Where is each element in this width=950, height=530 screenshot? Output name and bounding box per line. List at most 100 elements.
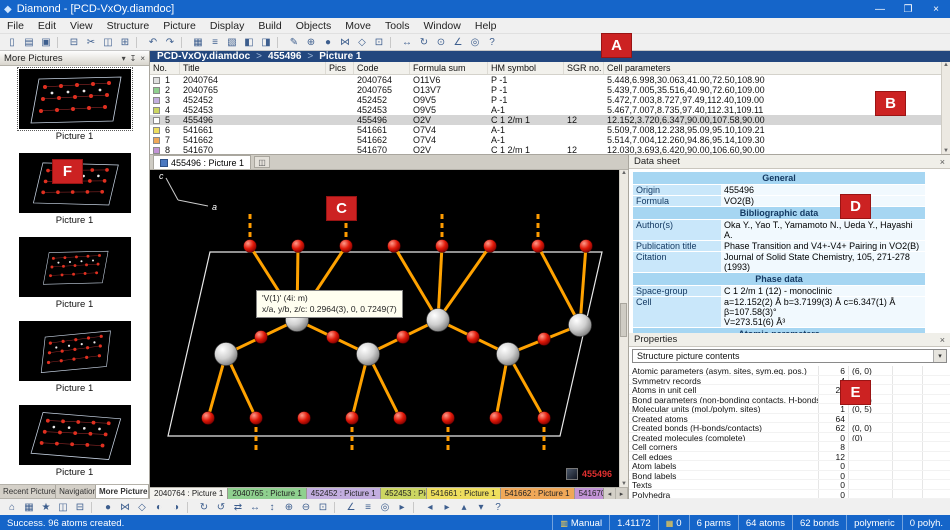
toolbar-icon[interactable]: ∠ — [450, 35, 466, 50]
toolbar-icon[interactable]: ✎ — [286, 35, 302, 50]
toolbar-icon[interactable]: ⊡ — [371, 35, 387, 50]
picture-thumbnail[interactable]: Picture 1 — [0, 237, 149, 321]
picture-tab[interactable]: 452452 : Picture 1 — [307, 488, 381, 499]
table-row[interactable]: 7 541662 541662 O7V4 A-1 5.514,7.004,12.… — [150, 135, 950, 145]
toolbar-icon[interactable]: ● — [100, 500, 116, 515]
chevron-down-icon[interactable]: ▾ — [933, 350, 946, 362]
tab-scroll-left-icon[interactable]: ◂ — [604, 488, 616, 499]
toolbar-icon[interactable]: ⋈ — [337, 35, 353, 50]
toolbar-icon[interactable]: ∠ — [343, 500, 359, 515]
picture-tab[interactable]: 2040764 : Picture 1 — [150, 488, 228, 499]
table-column-header[interactable]: Title — [180, 62, 326, 74]
toolbar-icon[interactable]: ● — [320, 35, 336, 50]
table-row[interactable]: 4 452453 452453 O9V5 A-1 5.467,7.007,8.7… — [150, 105, 950, 115]
left-panel-tab[interactable]: More Pictures — [96, 485, 149, 498]
table-row[interactable]: 3 452452 452452 O9V5 P -1 5.472,7.003,8.… — [150, 95, 950, 105]
table-row[interactable]: 5 455496 455496 O2V C 1 2/m 1 12 12.152,… — [150, 115, 950, 125]
toolbar-icon[interactable]: ⊖ — [298, 500, 314, 515]
table-column-header[interactable]: Cell parameters — [604, 62, 950, 74]
toolbar-icon[interactable]: ✂ — [83, 35, 99, 50]
toolbar-icon[interactable]: ? — [490, 500, 506, 515]
table-row[interactable]: 2 2040765 2040765 O13V7 P -1 5.439,7.005… — [150, 85, 950, 95]
toolbar-icon[interactable]: ≡ — [360, 500, 376, 515]
toolbar-icon[interactable] — [334, 502, 340, 513]
picture-thumbnail[interactable]: Picture 1 — [0, 405, 149, 484]
minimize-button[interactable]: — — [866, 0, 894, 18]
toolbar-icon[interactable]: ▸ — [394, 500, 410, 515]
table-row[interactable]: 8 541670 541670 O2V C 1 2/m 1 12 12.030,… — [150, 145, 950, 155]
toolbar-icon[interactable]: ◫ — [100, 35, 116, 50]
toolbar-icon[interactable] — [187, 502, 193, 513]
toolbar-icon[interactable]: ◎ — [377, 500, 393, 515]
toolbar-icon[interactable]: ◇ — [354, 35, 370, 50]
toolbar-icon[interactable]: ▦ — [21, 500, 37, 515]
toolbar-icon[interactable]: ? — [484, 35, 500, 50]
panel-dropdown-icon[interactable]: ▾ — [122, 54, 126, 63]
table-scrollbar[interactable]: ▲▼ — [941, 62, 950, 154]
menu-item[interactable]: File — [0, 20, 31, 32]
toolbar-icon[interactable]: ↔ — [247, 500, 263, 515]
toolbar-icon[interactable]: ▦ — [190, 35, 206, 50]
toolbar-icon[interactable]: ▤ — [21, 35, 37, 50]
toolbar-icon[interactable]: ◂ — [422, 500, 438, 515]
toolbar-icon[interactable]: ↺ — [213, 500, 229, 515]
canvas-scroll-thumb[interactable] — [620, 303, 627, 337]
toolbar-icon[interactable]: ◎ — [467, 35, 483, 50]
maximize-button[interactable]: ❐ — [894, 0, 922, 18]
toolbar-icon[interactable]: ◫ — [55, 500, 71, 515]
toolbar-icon[interactable]: ◇ — [134, 500, 150, 515]
thumbnail-image[interactable] — [19, 69, 131, 129]
breadcrumb-entry[interactable]: 455496 — [268, 51, 301, 62]
toolbar-icon[interactable] — [136, 37, 142, 48]
menu-item[interactable]: Structure — [100, 20, 157, 32]
toolbar-icon[interactable]: ⇄ — [230, 500, 246, 515]
toolbar-icon[interactable]: ◧ — [241, 35, 257, 50]
toolbar-icon[interactable]: ★ — [38, 500, 54, 515]
picture-thumbnail[interactable]: Picture 1 — [0, 69, 149, 153]
table-column-header[interactable]: No. — [150, 62, 180, 74]
menu-item[interactable]: View — [63, 20, 100, 32]
toolbar-icon[interactable]: ⊡ — [315, 500, 331, 515]
active-picture-tab[interactable]: 455496 : Picture 1 — [153, 155, 251, 169]
toolbar-icon[interactable]: ⊞ — [117, 35, 133, 50]
table-row[interactable]: 6 541661 541661 O7V4 A-1 5.509,7.008,12.… — [150, 125, 950, 135]
toolbar-icon[interactable]: ≡ — [207, 35, 223, 50]
toolbar-icon[interactable]: ↕ — [264, 500, 280, 515]
properties-combobox[interactable]: Structure picture contents ▾ — [632, 349, 947, 363]
table-column-header[interactable]: HM symbol — [488, 62, 564, 74]
toolbar-icon[interactable]: ↻ — [196, 500, 212, 515]
picture-tab[interactable]: 452453 : Picture 1 — [381, 488, 427, 499]
toolbar-icon[interactable] — [57, 37, 63, 48]
menu-item[interactable]: Objects — [289, 20, 339, 32]
left-panel-tab[interactable]: Recent Pictures — [0, 485, 56, 498]
menu-item[interactable]: Build — [251, 20, 288, 32]
picture-thumbnail[interactable]: Picture 1 — [0, 321, 149, 405]
toolbar-icon[interactable]: ▧ — [224, 35, 240, 50]
toolbar-icon[interactable] — [181, 37, 187, 48]
toolbar-icon[interactable] — [390, 37, 396, 48]
thumbnail-image[interactable] — [19, 321, 131, 381]
table-row[interactable]: 1 2040764 2040764 O11V6 P -1 5.448,6.998… — [150, 75, 950, 85]
toolbar-icon[interactable]: ◐ — [151, 500, 167, 515]
toolbar-icon[interactable] — [91, 502, 97, 513]
toolbar-icon[interactable]: ↶ — [145, 35, 161, 50]
toolbar-icon[interactable]: ▾ — [473, 500, 489, 515]
toolbar-icon[interactable]: ⊕ — [303, 35, 319, 50]
thumbnail-image[interactable] — [19, 405, 131, 465]
new-picture-tab-button[interactable]: ◫ — [254, 156, 270, 168]
picture-tab[interactable]: 541662 : Picture 1 — [501, 488, 575, 499]
toolbar-icon[interactable]: ⊙ — [433, 35, 449, 50]
toolbar-icon[interactable]: ◨ — [258, 35, 274, 50]
table-column-header[interactable]: Formula sum — [410, 62, 488, 74]
properties-close-icon[interactable]: × — [940, 335, 945, 345]
table-column-header[interactable]: SGR no. — [564, 62, 604, 74]
toolbar-icon[interactable]: ⊕ — [281, 500, 297, 515]
panel-close-icon[interactable]: × — [140, 54, 145, 63]
picture-tab[interactable]: 541661 : Picture 1 — [427, 488, 501, 499]
panel-pin-icon[interactable]: ↧ — [130, 54, 137, 63]
toolbar-icon[interactable] — [277, 37, 283, 48]
toolbar-icon[interactable] — [413, 502, 419, 513]
toolbar-icon[interactable]: ⊟ — [66, 35, 82, 50]
left-panel-tab[interactable]: Navigation — [56, 485, 96, 498]
structure-canvas[interactable]: a c — [150, 170, 628, 487]
